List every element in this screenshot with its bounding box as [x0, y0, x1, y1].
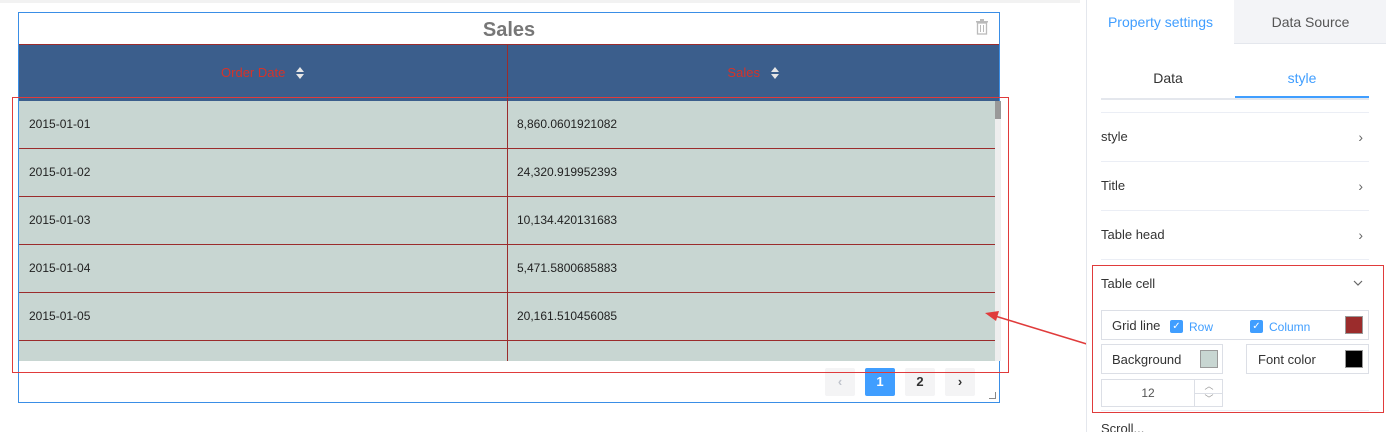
highlight-box-table-cells: [12, 97, 1009, 373]
resize-icon[interactable]: [989, 392, 996, 399]
column-header-order-date[interactable]: Order Date: [19, 45, 508, 101]
column-header-sales[interactable]: Sales: [508, 45, 999, 101]
chevron-right-icon: ›: [1358, 129, 1363, 145]
subtab-data[interactable]: Data: [1101, 62, 1235, 96]
tab-property-settings[interactable]: Property settings: [1087, 0, 1234, 43]
section-label: style: [1101, 129, 1128, 144]
highlight-box-table-cell-settings: [1092, 265, 1384, 413]
sort-icon[interactable]: [770, 66, 780, 80]
widget-title: Sales: [482, 19, 536, 41]
chevron-right-icon: ›: [1358, 178, 1363, 194]
canvas-top-border: [0, 0, 1080, 3]
column-header-label: Order Date: [221, 65, 286, 80]
sort-icon[interactable]: [295, 66, 305, 80]
tab-data-source[interactable]: Data Source: [1234, 0, 1386, 44]
column-header-label: Sales: [727, 65, 760, 80]
section-partial: Scroll...: [1101, 421, 1145, 432]
sub-tabs: Data style: [1101, 62, 1369, 100]
section-style[interactable]: style ›: [1101, 113, 1369, 161]
trash-icon[interactable]: [975, 19, 989, 35]
chevron-right-icon: ›: [1358, 227, 1363, 243]
section-label: Title: [1101, 178, 1126, 193]
section-table-head[interactable]: Table head ›: [1101, 211, 1369, 259]
subtab-style[interactable]: style: [1235, 62, 1369, 98]
table-header: Order Date Sales: [19, 44, 999, 101]
top-tabs: Property settings Data Source: [1087, 0, 1386, 44]
section-label: Table head: [1101, 227, 1165, 242]
section-title[interactable]: Title ›: [1101, 162, 1369, 210]
